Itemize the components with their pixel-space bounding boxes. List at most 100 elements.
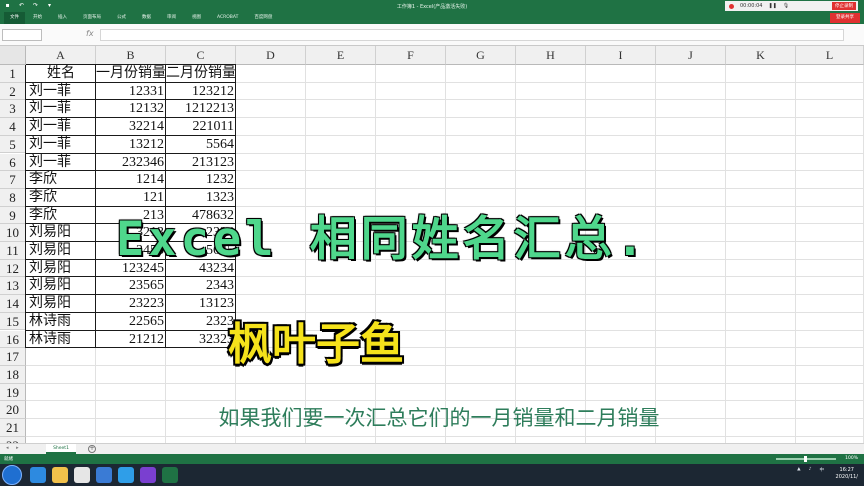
table-cell[interactable]: 221011 bbox=[166, 118, 236, 136]
table-cell[interactable]: 32323 bbox=[166, 331, 236, 349]
zoom-slider-thumb[interactable] bbox=[804, 456, 807, 462]
column-header[interactable]: H bbox=[516, 46, 586, 65]
zoom-level[interactable]: 100% bbox=[845, 456, 858, 461]
table-cell[interactable]: 刘一菲 bbox=[26, 154, 96, 172]
microphone-icon[interactable]: 🎙 bbox=[783, 3, 789, 9]
table-cell[interactable]: 姓名 bbox=[26, 65, 96, 83]
name-box[interactable] bbox=[2, 29, 42, 41]
excel-taskbar-icon[interactable] bbox=[162, 467, 178, 483]
row-header[interactable]: 17 bbox=[0, 348, 26, 366]
row-header[interactable]: 12 bbox=[0, 259, 26, 278]
column-header[interactable]: D bbox=[236, 46, 306, 65]
table-cell[interactable]: 林诗雨 bbox=[26, 313, 96, 331]
row-header[interactable]: 18 bbox=[0, 365, 26, 384]
table-cell[interactable]: 一月份销量 bbox=[96, 65, 166, 83]
app-icon[interactable] bbox=[96, 467, 112, 483]
pause-icon[interactable]: ❚❚ bbox=[768, 3, 776, 9]
ribbon-tab[interactable]: 开始 bbox=[25, 12, 50, 24]
recorder-app-icon[interactable] bbox=[140, 467, 156, 483]
table-cell[interactable]: 213123 bbox=[166, 154, 236, 172]
row-header[interactable]: 13 bbox=[0, 277, 26, 296]
table-cell[interactable]: 23565 bbox=[96, 277, 166, 295]
row-header[interactable]: 10 bbox=[0, 224, 26, 242]
ribbon-tab[interactable]: 公式 bbox=[109, 12, 134, 24]
select-all-corner[interactable] bbox=[0, 46, 26, 65]
table-cell[interactable]: 21212 bbox=[96, 331, 166, 349]
column-header[interactable]: J bbox=[656, 46, 726, 65]
table-cell[interactable]: 1232 bbox=[166, 171, 236, 189]
table-cell[interactable]: 2343 bbox=[166, 277, 236, 295]
table-cell[interactable]: 23223 bbox=[96, 295, 166, 313]
media-player-icon[interactable] bbox=[74, 467, 90, 483]
row-header[interactable]: 1 bbox=[0, 65, 26, 83]
row-header[interactable]: 15 bbox=[0, 312, 26, 331]
row-header[interactable]: 8 bbox=[0, 188, 26, 207]
add-sheet-icon[interactable]: + bbox=[88, 445, 96, 453]
sheet-tab[interactable]: Sheet1 bbox=[46, 444, 76, 454]
fx-icon[interactable]: fx bbox=[86, 29, 94, 38]
table-cell[interactable]: 刘易阳 bbox=[26, 295, 96, 313]
table-cell[interactable]: 李欣 bbox=[26, 207, 96, 225]
table-cell[interactable]: 林诗雨 bbox=[26, 331, 96, 349]
column-header[interactable]: I bbox=[586, 46, 656, 65]
row-header[interactable]: 14 bbox=[0, 295, 26, 313]
table-cell[interactable]: 1214 bbox=[96, 171, 166, 189]
ribbon-tab[interactable]: 页面布局 bbox=[75, 12, 109, 24]
network-icon[interactable]: ▲ bbox=[797, 467, 800, 473]
row-header[interactable]: 9 bbox=[0, 206, 26, 225]
table-cell[interactable]: 13123 bbox=[166, 295, 236, 313]
baidu-netdisk-icon[interactable] bbox=[118, 467, 134, 483]
table-cell[interactable]: 22565 bbox=[96, 313, 166, 331]
table-cell[interactable]: 232346 bbox=[96, 154, 166, 172]
table-cell[interactable]: 123212 bbox=[166, 83, 236, 101]
row-header[interactable]: 3 bbox=[0, 100, 26, 119]
row-header[interactable]: 16 bbox=[0, 330, 26, 349]
table-cell[interactable]: 12132 bbox=[96, 100, 166, 118]
ie-browser-icon[interactable] bbox=[30, 467, 46, 483]
table-cell[interactable]: 李欣 bbox=[26, 189, 96, 207]
column-header[interactable]: K bbox=[726, 46, 796, 65]
column-header[interactable]: E bbox=[306, 46, 376, 65]
column-header[interactable]: L bbox=[796, 46, 864, 65]
table-cell[interactable]: 李欣 bbox=[26, 171, 96, 189]
formula-input[interactable] bbox=[100, 29, 844, 41]
table-cell[interactable]: 32214 bbox=[96, 118, 166, 136]
column-header[interactable]: C bbox=[166, 46, 236, 65]
table-cell[interactable]: 刘易阳 bbox=[26, 260, 96, 278]
table-cell[interactable]: 刘一菲 bbox=[26, 118, 96, 136]
zoom-slider[interactable] bbox=[776, 456, 836, 462]
ribbon-tab[interactable]: 插入 bbox=[50, 12, 75, 24]
table-cell[interactable]: 12331 bbox=[96, 83, 166, 101]
start-button-icon[interactable] bbox=[2, 465, 22, 485]
column-header[interactable]: A bbox=[26, 46, 96, 65]
table-cell[interactable]: 2323 bbox=[166, 313, 236, 331]
table-cell[interactable]: 刘易阳 bbox=[26, 277, 96, 295]
row-header[interactable]: 5 bbox=[0, 135, 26, 154]
table-cell[interactable]: 13212 bbox=[96, 136, 166, 154]
ribbon-tab[interactable]: ACROBAT bbox=[209, 12, 246, 24]
input-method-icon[interactable]: 中 bbox=[820, 467, 825, 473]
share-button[interactable]: 登录共享 bbox=[830, 13, 860, 23]
row-header[interactable]: 2 bbox=[0, 82, 26, 101]
file-explorer-icon[interactable] bbox=[52, 467, 68, 483]
table-cell[interactable]: 刘一菲 bbox=[26, 83, 96, 101]
row-header[interactable]: 7 bbox=[0, 171, 26, 189]
column-header[interactable]: B bbox=[96, 46, 166, 65]
table-cell[interactable]: 5564 bbox=[166, 136, 236, 154]
ribbon-tab[interactable]: 数据 bbox=[134, 12, 159, 24]
column-header[interactable]: G bbox=[446, 46, 516, 65]
column-header[interactable]: F bbox=[376, 46, 446, 65]
table-cell[interactable]: 二月份销量 bbox=[166, 65, 236, 83]
row-header[interactable]: 11 bbox=[0, 242, 26, 260]
table-cell[interactable]: 刘一菲 bbox=[26, 100, 96, 118]
ribbon-tab[interactable]: 文件 bbox=[4, 12, 25, 24]
row-header[interactable]: 19 bbox=[0, 383, 26, 402]
sheet-nav-arrows-icon[interactable]: ◂ ▸ bbox=[6, 445, 22, 451]
volume-icon[interactable]: ♪ bbox=[809, 467, 812, 473]
ribbon-tab[interactable]: 审阅 bbox=[159, 12, 184, 24]
table-cell[interactable]: 1212213 bbox=[166, 100, 236, 118]
table-cell[interactable]: 刘易阳 bbox=[26, 224, 96, 242]
row-header[interactable]: 4 bbox=[0, 118, 26, 136]
taskbar-clock[interactable]: 16:27 2020/11/ bbox=[836, 467, 858, 481]
stop-recording-button[interactable]: 停止录制 bbox=[832, 2, 856, 10]
